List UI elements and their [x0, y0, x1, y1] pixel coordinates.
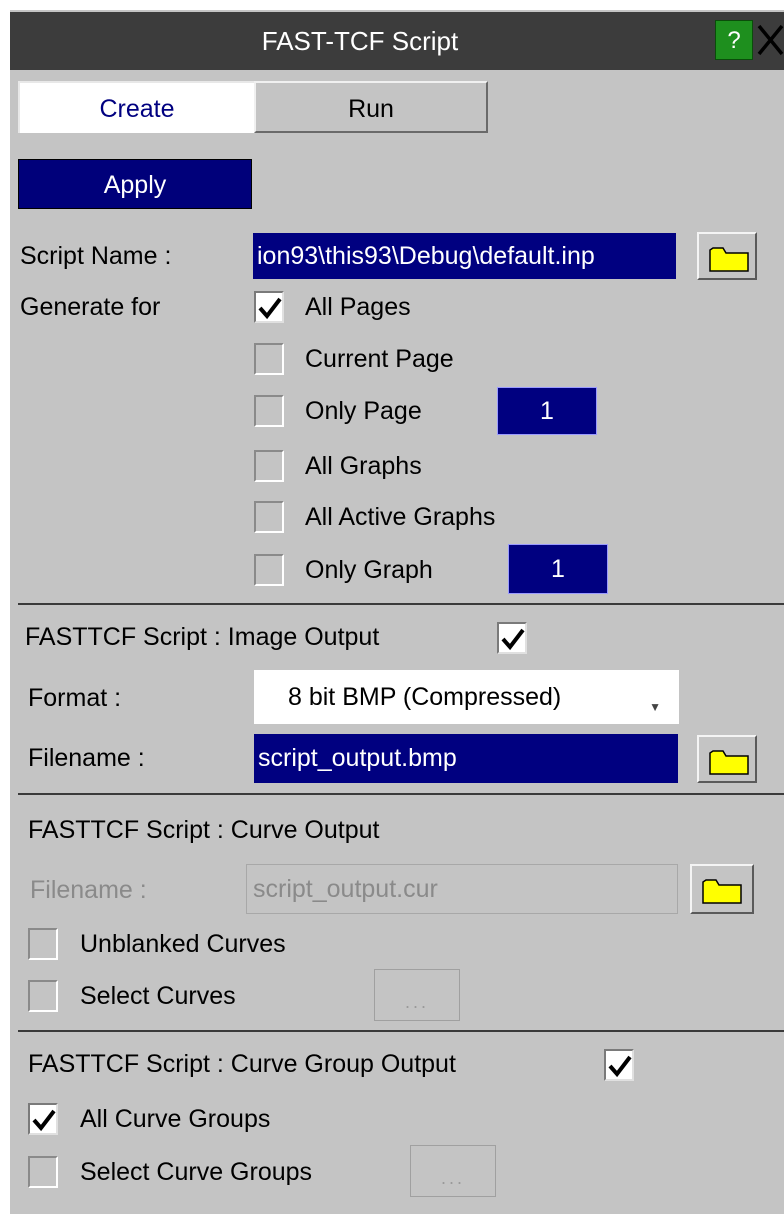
- all-graphs-checkbox[interactable]: [254, 450, 284, 482]
- all-curve-groups-checkbox[interactable]: [28, 1103, 58, 1135]
- folder-icon: [709, 247, 749, 272]
- current-page-checkbox[interactable]: [254, 343, 284, 375]
- select-curves-label: Select Curves: [80, 982, 236, 1010]
- checkmark-icon: [258, 297, 282, 320]
- help-button[interactable]: ?: [715, 20, 753, 60]
- all-curve-groups-label: All Curve Groups: [80, 1105, 271, 1133]
- format-value: 8 bit BMP (Compressed): [288, 683, 562, 711]
- curve-output-heading: FASTTCF Script : Curve Output: [28, 816, 380, 844]
- unblanked-curves-label: Unblanked Curves: [80, 930, 286, 958]
- window-title: FAST-TCF Script: [261, 26, 459, 56]
- only-page-number-input[interactable]: 1: [497, 387, 597, 435]
- all-graphs-label: All Graphs: [305, 452, 422, 480]
- current-page-label: Current Page: [305, 345, 454, 373]
- format-label: Format :: [28, 684, 122, 712]
- select-curves-checkbox[interactable]: [28, 980, 58, 1012]
- checkmark-icon: [32, 1109, 56, 1132]
- curve-group-output-heading: FASTTCF Script : Curve Group Output: [28, 1050, 456, 1078]
- section-divider: [18, 1030, 784, 1032]
- image-output-heading: FASTTCF Script : Image Output: [25, 623, 380, 651]
- folder-icon: [702, 879, 742, 904]
- curve-filename-input[interactable]: script_output.cur: [246, 864, 678, 914]
- script-name-input[interactable]: ion93\this93\Debug\default.inp: [253, 233, 676, 279]
- select-curve-groups-label: Select Curve Groups: [80, 1158, 313, 1186]
- select-curves-dots-button[interactable]: ...: [374, 969, 460, 1021]
- apply-button[interactable]: Apply: [18, 159, 252, 209]
- checkmark-icon: [501, 628, 525, 651]
- only-page-checkbox[interactable]: [254, 395, 284, 427]
- curve-filename-label: Filename :: [30, 876, 147, 904]
- only-graph-checkbox[interactable]: [254, 554, 284, 586]
- only-page-label: Only Page: [305, 397, 422, 425]
- all-pages-checkbox[interactable]: [254, 291, 284, 323]
- only-graph-number-input[interactable]: 1: [508, 544, 608, 594]
- image-output-checkbox[interactable]: [497, 622, 527, 654]
- all-active-graphs-label: All Active Graphs: [305, 503, 496, 531]
- script-name-browse-button[interactable]: [697, 232, 757, 280]
- checkmark-icon: [608, 1055, 632, 1078]
- generate-for-label: Generate for: [20, 293, 161, 321]
- curve-group-output-checkbox[interactable]: [604, 1049, 634, 1081]
- only-graph-label: Only Graph: [305, 556, 433, 584]
- select-curve-groups-checkbox[interactable]: [28, 1156, 58, 1188]
- curve-filename-browse-button[interactable]: [690, 864, 754, 914]
- all-active-graphs-checkbox[interactable]: [254, 501, 284, 533]
- script-name-label: Script Name :: [20, 242, 172, 270]
- all-pages-label: All Pages: [305, 293, 411, 321]
- image-filename-browse-button[interactable]: [697, 735, 757, 783]
- folder-icon: [709, 750, 749, 775]
- tab-run[interactable]: Run: [254, 81, 488, 133]
- image-filename-input[interactable]: script_output.bmp: [254, 734, 678, 783]
- section-divider: [18, 603, 784, 605]
- select-curve-groups-dots-button[interactable]: ...: [410, 1145, 496, 1197]
- filename-label: Filename :: [28, 744, 145, 772]
- tab-create[interactable]: Create: [18, 81, 254, 133]
- dropdown-arrow-icon: ▼: [649, 700, 661, 714]
- section-divider: [18, 793, 784, 795]
- close-icon[interactable]: [756, 18, 784, 62]
- format-dropdown[interactable]: 8 bit BMP (Compressed) ▼: [254, 670, 679, 724]
- unblanked-curves-checkbox[interactable]: [28, 928, 58, 960]
